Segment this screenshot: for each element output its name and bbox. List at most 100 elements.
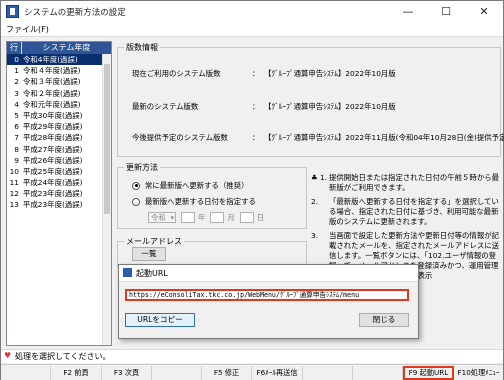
status-message: 処理を選択してください。: [15, 352, 111, 361]
title-bar[interactable]: システムの更新方法の設定 — ☐ ✕: [1, 1, 503, 23]
radio-always-latest[interactable]: 常に最新版へ更新する（推奨）: [132, 180, 248, 191]
year-row-label: 平成28年度(過誤): [23, 133, 83, 143]
radio-specify-date-indicator[interactable]: [132, 197, 140, 206]
version-info-group: 版数情報 現在ご利用のシステム版数 ： 【ｸﾞﾙｰﾌﾟ通算申告ｼｽﾃﾑ】2022年1…: [117, 42, 504, 157]
settings-window: システムの更新方法の設定 — ☐ ✕ ファイル(F) 行 システム年度 0 令和4…: [0, 0, 504, 380]
era-select[interactable]: 令和: [148, 212, 176, 223]
latest-version-row: 最新のシステム版数 ： 【ｸﾞﾙｰﾌﾟ通算申告ｼｽﾃﾑ】2022年10月版: [132, 101, 396, 112]
year-list-row[interactable]: 13 平成23年度(過誤): [7, 199, 111, 210]
year-row-label: 平成24年度(過誤): [23, 178, 83, 188]
year-list-row[interactable]: 1 令和４年度(過誤): [7, 65, 111, 76]
update-date-inputs: 令和 年 月 日: [148, 212, 264, 223]
year-list-scrollbar[interactable]: [102, 54, 111, 345]
dialog-close-button[interactable]: 閉じる: [359, 313, 409, 327]
close-button[interactable]: ✕: [465, 1, 503, 23]
year-row-number: 9: [14, 155, 19, 165]
note-marker: 2.: [311, 197, 319, 206]
fkey-f5-edit[interactable]: F5 修正: [202, 366, 252, 380]
year-list-row[interactable]: 8 平成27年度(過誤): [7, 144, 111, 155]
note-marker: 3.: [311, 231, 319, 240]
fkey-f10-process-menu[interactable]: F10処理ﾒﾆｭｰ: [454, 366, 503, 380]
radio-specify-date[interactable]: 最新版へ更新する日付を指定する: [132, 196, 256, 207]
app-icon: [6, 5, 19, 18]
dialog-title-bar[interactable]: 起動URL: [119, 265, 418, 281]
year-list-row[interactable]: 12 平成23年度(過誤): [7, 188, 111, 199]
mail-list-button[interactable]: 一覧: [132, 247, 166, 261]
year-row-label: 平成29年度(過誤): [23, 122, 83, 132]
day-input[interactable]: [239, 212, 254, 223]
column-header-system-year: システム年度: [42, 43, 91, 52]
dialog-body: https://eConsoliTax.tkc.co.jp/WebMenu/ｸﾞ…: [119, 281, 418, 338]
year-list-row[interactable]: 3 令和２年度(過誤): [7, 88, 111, 99]
window-title: システムの更新方法の設定: [24, 8, 126, 18]
year-list-row[interactable]: 9 平成26年度(過誤): [7, 155, 111, 166]
fkey-f9-launch-url[interactable]: F9 起動URL: [403, 366, 454, 380]
fkey-f7[interactable]: [303, 366, 353, 380]
maximize-button[interactable]: ☐: [427, 1, 465, 23]
year-row-number: 0: [14, 55, 19, 64]
year-row-label: 令和４年度(過誤): [23, 66, 81, 76]
menu-bar: ファイル(F): [1, 23, 503, 37]
current-version-colon: ：: [252, 69, 260, 78]
year-list-row[interactable]: 6 平成29年度(過誤): [7, 121, 111, 132]
minimize-button[interactable]: —: [389, 1, 427, 23]
note-marker: ♣ 1.: [311, 173, 328, 182]
year-input[interactable]: [181, 212, 195, 223]
year-row-label: 平成30年度(過誤): [23, 110, 83, 120]
note-text: 「最新版へ更新する日付を指定する」を選択している場合、指定された日付に基づき、利…: [329, 197, 499, 226]
planned-version-label: 今後提供予定のシステム版数: [132, 133, 228, 142]
update-method-group: 更新方法 常に最新版へ更新する（推奨） 最新版へ更新する日付を指定する 令和 年…: [117, 162, 307, 229]
year-row-label: 平成27年度(過誤): [23, 144, 83, 154]
latest-version-value: 【ｸﾞﾙｰﾌﾟ通算申告ｼｽﾃﾑ】2022年10月版: [264, 102, 396, 111]
year-row-number: 10: [9, 166, 19, 176]
year-row-label: 平成26年度(過誤): [23, 155, 83, 165]
year-row-number: 11: [9, 178, 19, 188]
mail-address-title: メールアドレス: [124, 236, 184, 247]
column-header-row-number: 行: [7, 42, 22, 54]
planned-version-colon: ：: [252, 133, 260, 142]
planned-version-value: 【ｸﾞﾙｰﾌﾟ通算申告ｼｽﾃﾑ】2022年11月版(令和04年10月28日(金)…: [264, 133, 504, 142]
month-input[interactable]: [210, 212, 225, 223]
latest-version-label: 最新のシステム版数: [132, 102, 199, 111]
launch-url-dialog: 起動URL https://eConsoliTax.tkc.co.jp/WebM…: [118, 264, 419, 339]
year-row-number: 8: [14, 144, 19, 154]
year-row-label: 平成23年度(過誤): [23, 189, 83, 199]
year-list-row[interactable]: 11 平成24年度(過誤): [7, 177, 111, 188]
fkey-f1[interactable]: [1, 366, 51, 380]
function-key-bar: F2 前頁 F3 次頁 F5 修正 F6ﾒｰﾙ再送信 F9 起動URL F10処…: [1, 364, 503, 380]
heart-icon: ♥: [4, 351, 12, 360]
year-list-row[interactable]: 4 令和元年度(過誤): [7, 99, 111, 110]
year-list-row[interactable]: 10 平成25年度(過誤): [7, 166, 111, 177]
year-row-number: 5: [14, 110, 19, 120]
radio-always-latest-label: 常に最新版へ更新する（推奨）: [145, 181, 249, 190]
fkey-f4[interactable]: [152, 366, 202, 380]
fkey-f6-resend-mail[interactable]: F6ﾒｰﾙ再送信: [252, 366, 303, 380]
update-method-title: 更新方法: [124, 162, 160, 173]
copy-url-button[interactable]: URLをコピー: [125, 313, 195, 327]
radio-always-latest-indicator[interactable]: [132, 181, 140, 190]
year-list-row[interactable]: 2 令和３年度(過誤): [7, 76, 111, 87]
fkey-f2-prev-page[interactable]: F2 前頁: [51, 366, 102, 380]
day-unit-label: 日: [256, 213, 265, 222]
year-row-number: 3: [14, 88, 19, 98]
year-row-label: 平成25年度(過誤): [23, 166, 83, 176]
latest-version-colon: ：: [252, 102, 260, 111]
year-row-label: 令和4年度(過誤): [23, 55, 78, 64]
year-list-row[interactable]: 0 令和4年度(過誤): [7, 54, 111, 66]
radio-specify-date-label: 最新版へ更新する日付を指定する: [145, 197, 256, 206]
year-list: 行 システム年度 0 令和4年度(過誤) 1 令和４年度(過誤) 2 令和３年度(過誤) 3…: [6, 41, 112, 346]
year-list-row[interactable]: 7 平成28年度(過誤): [7, 132, 111, 143]
year-list-row[interactable]: 5 平成30年度(過誤): [7, 110, 111, 121]
current-version-label: 現在ご利用のシステム版数: [132, 69, 221, 78]
year-row-label: 令和２年度(過誤): [23, 88, 81, 98]
current-version-value: 【ｸﾞﾙｰﾌﾟ通算申告ｼｽﾃﾑ】2022年10月版: [264, 69, 396, 78]
year-row-label: 令和３年度(過誤): [23, 77, 81, 87]
menu-file[interactable]: ファイル(F): [6, 24, 49, 35]
scrollbar-thumb[interactable]: [104, 64, 110, 214]
launch-url-field[interactable]: https://eConsoliTax.tkc.co.jp/WebMenu/ｸﾞ…: [125, 289, 409, 301]
year-row-number: 1: [14, 66, 19, 76]
year-row-number: 7: [14, 133, 19, 143]
month-unit-label: 月: [227, 213, 235, 222]
fkey-f3-next-page[interactable]: F3 次頁: [102, 366, 152, 380]
fkey-f8[interactable]: [353, 366, 403, 380]
